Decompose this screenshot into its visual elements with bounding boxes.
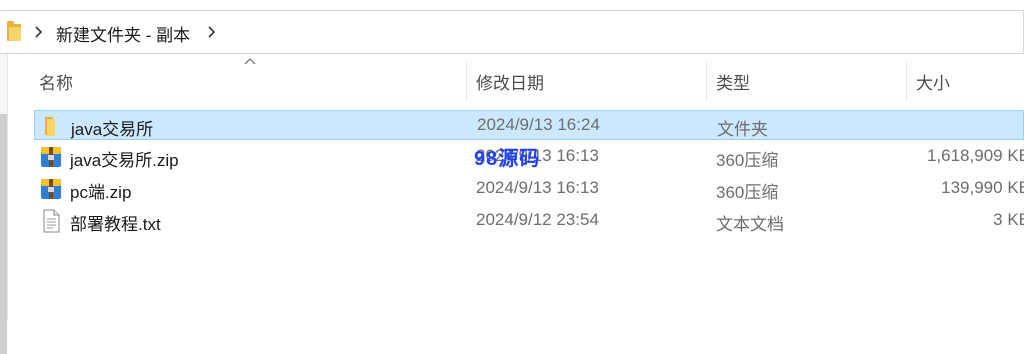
column-header-type[interactable]: 类型 — [716, 69, 750, 94]
folder-icon — [7, 21, 21, 41]
file-size: 1,618,909 KB — [926, 146, 1024, 165]
file-name: pc端.zip — [70, 183, 132, 202]
sort-ascending-icon — [244, 58, 256, 65]
file-type: 文件夹 — [717, 120, 768, 139]
file-date: 2024/9/13 16:24 — [477, 115, 600, 134]
file-size: 139,990 KB — [941, 178, 1024, 197]
text-file-icon — [43, 209, 60, 233]
file-row[interactable]: pc端.zip 2024/9/13 16:13 360压缩 139,990 KB — [34, 174, 1024, 204]
breadcrumb-current-folder[interactable]: 新建文件夹 - 副本 — [56, 21, 190, 46]
watermark: 98源码 — [474, 148, 541, 170]
file-name: 部署教程.txt — [70, 215, 161, 234]
folder-icon — [45, 117, 55, 136]
column-divider[interactable] — [906, 62, 907, 100]
navigation-pane-scrollbar[interactable] — [0, 114, 7, 354]
column-divider[interactable] — [466, 62, 467, 100]
file-row[interactable]: 部署教程.txt 2024/9/12 23:54 文本文档 3 KB — [34, 206, 1024, 236]
file-type: 360压缩 — [716, 151, 779, 170]
column-divider[interactable] — [706, 62, 707, 100]
file-name: java交易所.zip — [70, 151, 179, 170]
zip-archive-icon — [41, 179, 61, 199]
column-header-name[interactable]: 名称 — [39, 69, 73, 94]
file-size: 3 KB — [993, 210, 1024, 229]
chevron-right-icon[interactable] — [34, 24, 44, 40]
file-type: 文本文档 — [716, 215, 784, 234]
column-header-size[interactable]: 大小 — [916, 69, 950, 94]
file-name: java交易所 — [71, 120, 154, 139]
navigation-pane-edge — [0, 54, 8, 354]
chevron-right-icon[interactable] — [207, 24, 217, 40]
zip-archive-icon — [41, 147, 61, 167]
file-date: 2024/9/13 16:13 — [476, 178, 599, 197]
address-bar[interactable]: 新建文件夹 - 副本 — [0, 10, 1024, 54]
column-header-date[interactable]: 修改日期 — [476, 69, 544, 94]
file-row[interactable]: java交易所 2024/9/13 16:24 文件夹 — [34, 110, 1024, 140]
file-date: 2024/9/12 23:54 — [476, 210, 599, 229]
file-type: 360压缩 — [716, 183, 779, 202]
column-header: 名称 修改日期 类型 大小 — [8, 56, 1024, 106]
